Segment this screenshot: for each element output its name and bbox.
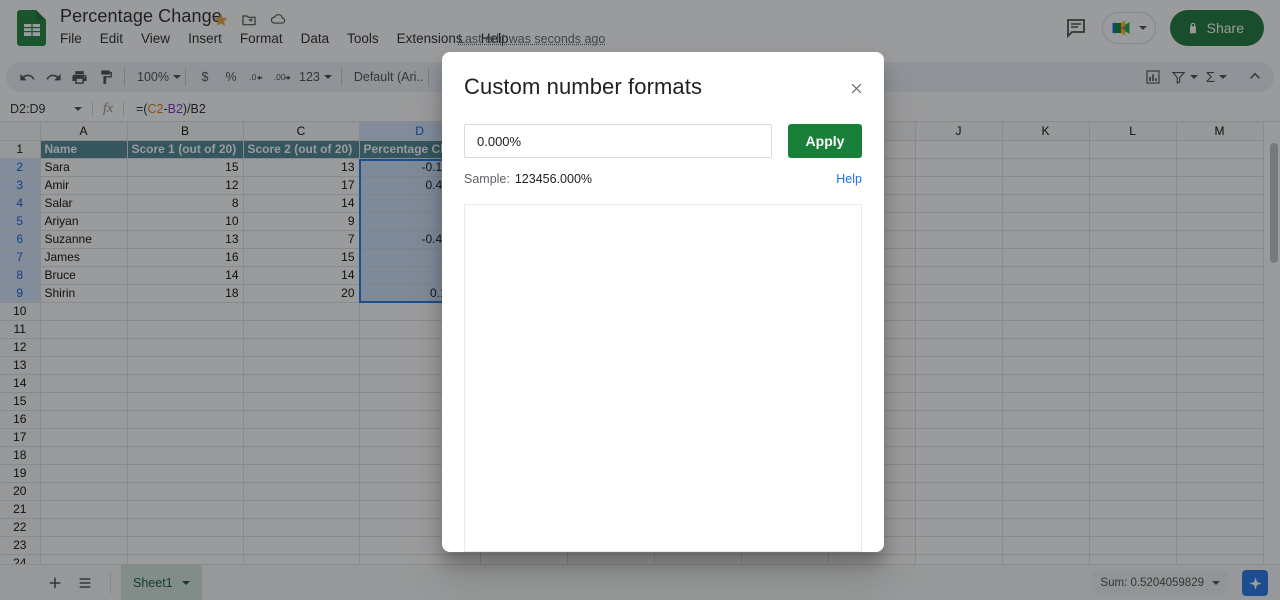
dialog-title: Custom number formats <box>464 52 862 100</box>
sample-label: Sample: <box>464 172 510 186</box>
sample-value: 123456.000% <box>515 172 592 186</box>
google-sheets-window: Percentage Change File Edit View Insert … <box>0 0 1280 600</box>
sample-row: Sample: 123456.000% Help <box>464 172 862 186</box>
sample-label-group: Sample: 123456.000% <box>464 172 592 186</box>
custom-format-input[interactable] <box>464 124 772 158</box>
apply-button[interactable]: Apply <box>788 124 862 158</box>
close-icon[interactable] <box>844 76 868 100</box>
format-suggestions-list[interactable] <box>464 204 862 552</box>
format-entry-row: Apply <box>464 124 862 158</box>
custom-number-formats-dialog: Custom number formats Apply Sample: 12345… <box>442 52 884 552</box>
help-link[interactable]: Help <box>836 172 862 186</box>
